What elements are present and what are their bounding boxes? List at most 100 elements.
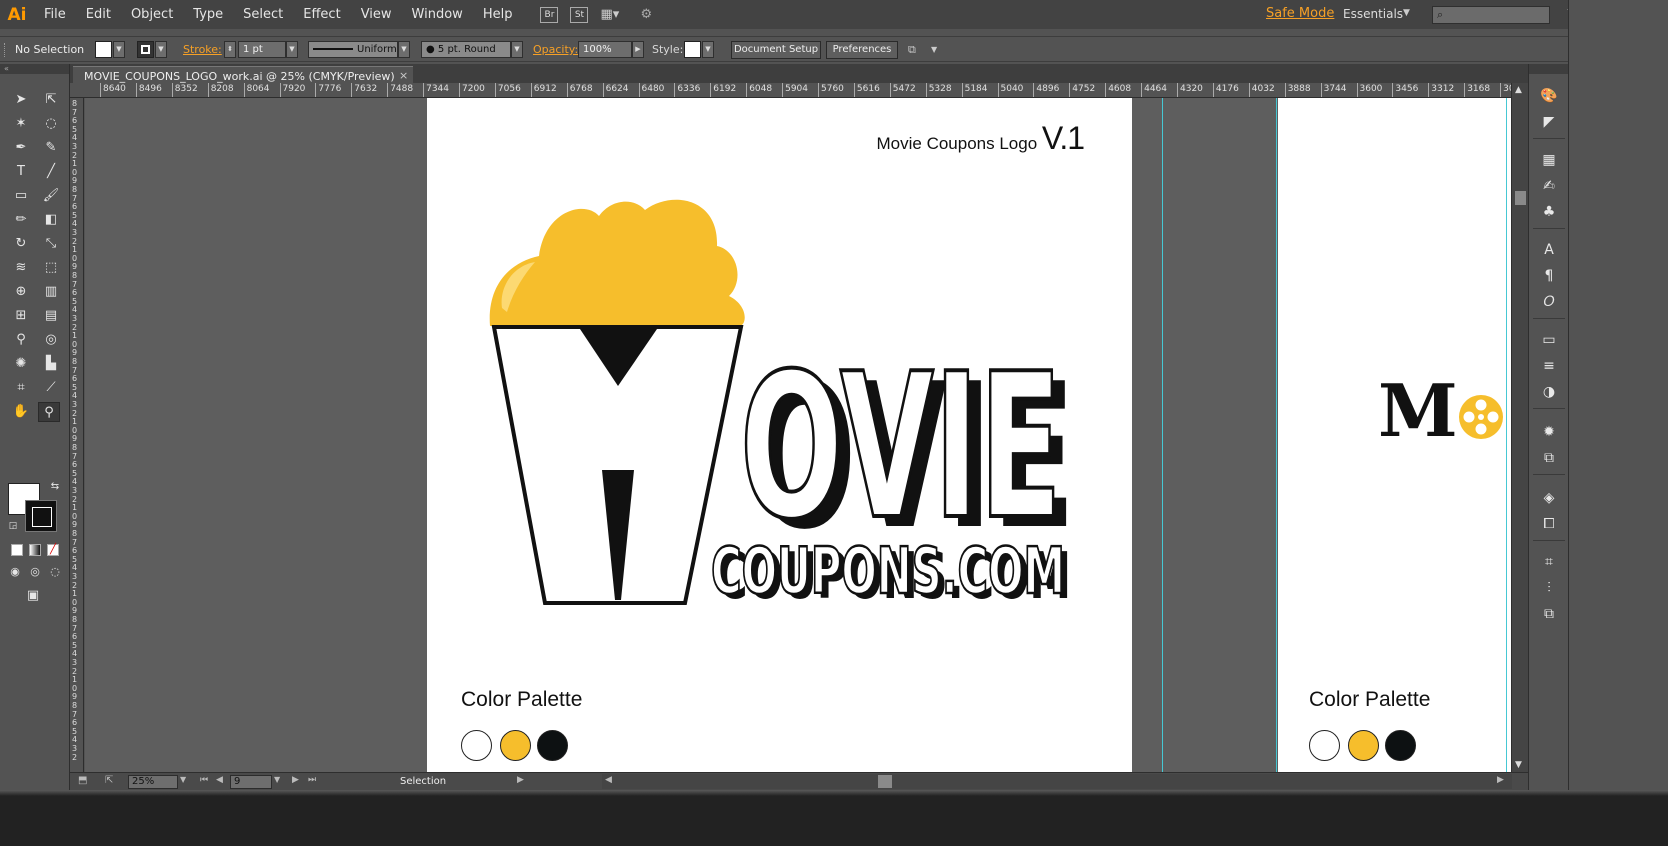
artboard-dropdown-icon[interactable]: ▼ [274,775,280,784]
pencil-tool-icon[interactable]: ✏ [10,210,32,230]
none-mode-icon[interactable]: ╱ [47,544,59,556]
eraser-tool-icon[interactable]: ◧ [40,210,62,230]
previous-artboard-icon[interactable]: ◀ [216,775,223,785]
free-transform-tool-icon[interactable]: ⬚ [40,258,62,278]
brush-dropdown-icon[interactable]: ▼ [511,41,523,58]
appearance-panel-icon[interactable]: ✹ [1538,422,1560,442]
menu-object[interactable]: Object [121,7,183,22]
lasso-tool-icon[interactable]: ◌ [40,114,62,134]
panel-grip[interactable] [4,43,7,57]
paintbrush-tool-icon[interactable]: 🖌 [40,186,62,206]
style-dropdown-icon[interactable]: ▼ [702,41,714,58]
eyedropper-tool-icon[interactable]: ⚲ [10,330,32,350]
draw-inside-icon[interactable]: ◌ [44,562,66,582]
next-artboard-icon[interactable]: ▶ [292,775,299,785]
align-panel-icon[interactable]: ⫶ [1538,578,1560,598]
stroke-profile-select[interactable]: Uniform [308,41,398,58]
menu-help[interactable]: Help [473,7,523,22]
swap-fill-stroke-icon[interactable]: ⇆ [44,477,66,497]
brushes-panel-icon[interactable]: ✍ [1538,176,1560,196]
guide-line[interactable] [1162,98,1163,772]
workspace-switcher[interactable]: Essentials [1343,7,1403,21]
type-tool-icon[interactable]: T [10,162,32,182]
profile-dropdown-icon[interactable]: ▼ [398,41,410,58]
bridge-button[interactable]: Br [540,6,559,23]
stock-button[interactable]: St [570,6,589,23]
tab-close-icon[interactable]: × [399,69,408,82]
swatches-panel-icon[interactable]: ▦ [1538,150,1560,170]
pen-tool-icon[interactable]: ✒ [10,138,32,158]
horizontal-scrollbar[interactable]: ◀ ▶ [602,774,1512,789]
document-setup-button[interactable]: Document Setup [731,41,821,59]
last-artboard-icon[interactable]: ⏭ [308,775,316,785]
line-tool-icon[interactable]: ╱ [40,162,62,182]
warp-tool-icon[interactable]: ≋ [10,258,32,278]
curvature-tool-icon[interactable]: ✎ [40,138,62,158]
share-icon[interactable]: ⇱ [105,775,113,786]
opacity-label[interactable]: Opacity: [533,43,578,56]
character-panel-icon[interactable]: A [1538,240,1560,260]
graphic-styles-panel-icon[interactable]: ⧉ [1538,448,1560,468]
rotate-tool-icon[interactable]: ↻ [10,234,32,254]
isolate-icon[interactable]: ⧉ [908,43,916,57]
menu-type[interactable]: Type [183,7,233,22]
zoom-dropdown-icon[interactable]: ▼ [180,775,186,784]
direct-selection-tool-icon[interactable]: ⇱ [40,90,62,110]
menu-select[interactable]: Select [233,7,293,22]
zoom-tool-icon[interactable]: ⚲ [38,402,60,422]
vertical-scroll-thumb[interactable] [1515,191,1526,205]
first-artboard-icon[interactable]: ⏮ [200,775,208,785]
fill-color-swatch[interactable] [95,41,112,58]
transform-panel-icon[interactable]: ⌗ [1538,552,1560,572]
magic-wand-tool-icon[interactable]: ✶ [10,114,32,134]
zoom-level-field[interactable]: 25% [128,775,178,789]
help-search-input[interactable]: ⌕ [1432,6,1550,24]
opacity-arrow-icon[interactable]: ▶ [632,41,644,58]
vertical-scrollbar[interactable]: ▲ ▼ [1511,83,1528,772]
guide-line[interactable] [1276,98,1277,772]
canvas[interactable]: Movie Coupons Logo V.1 OVIE OVIE COUPONS… [85,98,1511,772]
artboard-tool-icon[interactable]: ⌗ [10,378,32,398]
opacity-field[interactable]: 100% [578,41,632,58]
symbols-panel-icon[interactable]: ♣ [1538,202,1560,222]
artboard-number-field[interactable]: 9 [230,775,272,789]
menu-window[interactable]: Window [402,7,473,22]
artboard-1[interactable]: Movie Coupons Logo V.1 OVIE OVIE COUPONS… [427,98,1132,772]
dock-collapse-bar[interactable] [1529,64,1568,74]
hand-tool-icon[interactable]: ✋ [10,402,32,422]
fill-dropdown-icon[interactable]: ▼ [113,41,125,58]
stroke-label[interactable]: Stroke: [183,43,222,56]
slice-tool-icon[interactable]: ⟋ [40,378,62,398]
stroke-weight-dropdown-icon[interactable]: ▼ [286,41,298,58]
menu-edit[interactable]: Edit [76,7,121,22]
gradient-tool-icon[interactable]: ▤ [40,306,62,326]
gpu-preview-icon[interactable]: ⬒ [78,775,87,786]
stroke-dropdown-icon[interactable]: ▼ [155,41,167,58]
draw-normal-icon[interactable]: ◉ [4,562,26,582]
arrange-documents-icon[interactable]: ▦▾ [600,7,628,23]
artboards-panel-icon[interactable]: ⧠ [1538,514,1560,534]
status-menu-icon[interactable]: ▶ [517,775,524,785]
stroke-stepper[interactable]: ⬍ [224,41,236,58]
scale-tool-icon[interactable]: ⤡ [40,234,62,254]
draw-behind-icon[interactable]: ◎ [24,562,46,582]
gpu-performance-icon[interactable]: ⚙ [640,7,660,23]
symbol-sprayer-tool-icon[interactable]: ✺ [10,354,32,374]
gradient-panel-icon[interactable]: ▭ [1538,330,1560,350]
scroll-left-icon[interactable]: ◀ [605,775,612,785]
transparency-panel-icon[interactable]: ◑ [1538,382,1560,402]
screen-mode-icon[interactable]: ▣ [22,586,44,606]
rectangle-tool-icon[interactable]: ▭ [10,186,32,206]
scroll-up-icon[interactable]: ▲ [1515,85,1522,95]
movie-coupons-logo[interactable]: OVIE OVIE COUPONS.COM COUPONS.COM [427,98,1132,772]
artboard-2[interactable]: M Color Palette [1278,98,1511,772]
selection-tool-icon[interactable]: ➤ [10,90,32,110]
stroke-swatch[interactable] [25,500,57,532]
brush-select[interactable]: ● 5 pt. Round [421,41,511,58]
collapse-icon[interactable]: « [0,64,69,74]
color-guide-icon[interactable]: ◤ [1538,112,1560,132]
blend-tool-icon[interactable]: ◎ [40,330,62,350]
preferences-button[interactable]: Preferences [826,41,898,59]
color-panel-icon[interactable]: 🎨 [1538,86,1560,106]
scroll-right-icon[interactable]: ▶ [1497,775,1504,785]
